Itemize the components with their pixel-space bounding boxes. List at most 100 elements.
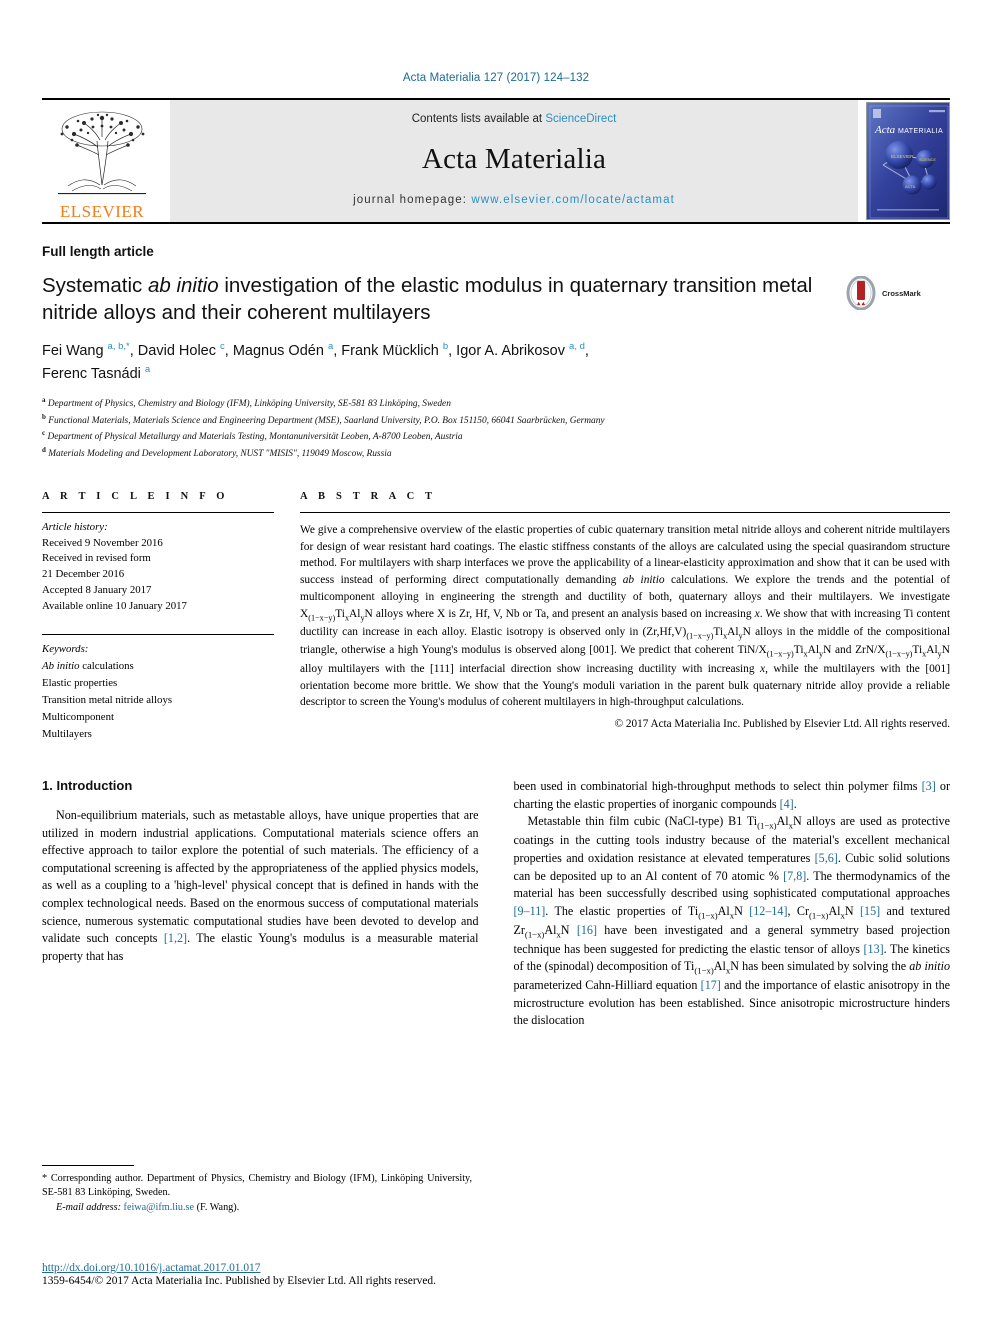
author-affil-marker: a: [327, 341, 334, 353]
affiliation-text: Department of Physics, Chemistry and Bio…: [47, 399, 451, 410]
svg-text:ACTA: ACTA: [905, 184, 916, 189]
keyword-item: Transition metal nitride alloys: [42, 693, 173, 706]
contents-prefix: Contents lists available at: [411, 113, 546, 125]
page-footer: http://dx.doi.org/10.1016/j.actamat.2017…: [42, 1262, 952, 1287]
author-affil-marker: b: [442, 341, 449, 353]
journal-cover-image: Acta MATERIALIA ELSEVIER SCIENCE ACTA: [867, 103, 949, 219]
affiliation-marker: c: [42, 429, 46, 438]
article-info-rule: [42, 511, 274, 513]
history-line: Received in revised form: [42, 552, 151, 565]
crossmark-label: CrossMark: [882, 288, 921, 298]
homepage-url-link[interactable]: www.elsevier.com/locate/actamat: [471, 194, 674, 206]
paragraph: Metastable thin film cubic (NaCl-type) B…: [513, 814, 951, 1028]
email-address-label: E-mail address:: [56, 1201, 121, 1213]
keyword-item: Elastic properties: [42, 677, 118, 690]
section-heading-introduction: 1. Introduction: [42, 778, 133, 794]
citation-link[interactable]: [17]: [701, 978, 721, 992]
svg-text:ELSEVIER: ELSEVIER: [891, 154, 914, 159]
corresponding-author-footnote: * Corresponding author. Department of Ph…: [42, 1164, 472, 1215]
citation-link[interactable]: [4]: [780, 797, 794, 811]
banner-center-panel: Contents lists available at ScienceDirec…: [170, 100, 858, 222]
article-history-block: Article history: Received 9 November 201…: [42, 520, 274, 615]
crossmark-badge[interactable]: CrossMark: [844, 272, 950, 310]
running-head: Acta Materialia 127 (2017) 124–132: [402, 72, 590, 84]
citation-link[interactable]: [1,2]: [164, 931, 187, 945]
affiliation-item: d Materials Modeling and Development Lab…: [42, 445, 950, 461]
info-abstract-block: A R T I C L E I N F O Article history: R…: [42, 491, 950, 742]
crossmark-icon: [846, 276, 876, 310]
abstract-text: We give a comprehensive overview of the …: [300, 523, 950, 709]
footnote-rule: [42, 1164, 134, 1166]
affiliation-text: Functional Materials, Materials Science …: [48, 415, 605, 426]
affiliation-item: c Department of Physical Metallurgy and …: [42, 428, 950, 444]
citation-link[interactable]: [13]: [864, 942, 884, 956]
article-info-heading: A R T I C L E I N F O: [42, 490, 229, 502]
title-part-one: Systematic: [42, 274, 148, 297]
citation-link[interactable]: [7,8]: [783, 869, 806, 883]
svg-text:SCIENCE: SCIENCE: [919, 158, 936, 162]
paragraph: Non-equilibrium materials, such as metas…: [42, 808, 479, 963]
author-affil-marker: a: [144, 363, 151, 375]
title-italic-term: ab initio: [147, 274, 219, 297]
affiliation-list: a Department of Physics, Chemistry and B…: [42, 395, 950, 461]
affiliation-marker: b: [42, 412, 46, 421]
keyword-item: Ab initio calculations: [42, 660, 134, 673]
keywords-block: Keywords: Ab initio calculations Elastic…: [42, 642, 274, 742]
citation-link[interactable]: [15]: [860, 904, 880, 918]
article-info-column: A R T I C L E I N F O Article history: R…: [42, 491, 274, 742]
email-owner: (F. Wang).: [196, 1201, 240, 1213]
body-column-right: been used in combinatorial high-throughp…: [514, 778, 951, 1030]
corresponding-marker[interactable]: *: [126, 341, 130, 352]
page-title: Systematic ab initio investigation of th…: [42, 272, 844, 326]
author-affil-marker: a, b,: [107, 341, 127, 353]
affiliation-marker: a: [42, 396, 46, 405]
affiliation-item: a Department of Physics, Chemistry and B…: [42, 395, 950, 411]
paragraph: been used in combinatorial high-throughp…: [513, 779, 951, 811]
citation-link[interactable]: [16]: [577, 923, 597, 937]
history-line: 21 December 2016: [42, 568, 125, 581]
keyword-item: Multilayers: [42, 727, 92, 740]
author-affil-marker: c: [220, 341, 225, 353]
citation-link[interactable]: [3]: [922, 779, 936, 793]
email-link[interactable]: feiwa@ifm.liu.se: [124, 1202, 195, 1213]
journal-banner: ELSEVIER Contents lists available at Sci…: [42, 98, 950, 224]
history-line: Available online 10 January 2017: [42, 599, 187, 612]
article-body: 1. Introduction Non-equilibrium material…: [42, 778, 950, 1030]
abstract-rule: [300, 511, 950, 513]
abstract-heading: A B S T R A C T: [300, 490, 437, 502]
keyword-item: Multicomponent: [42, 710, 114, 723]
doi-link[interactable]: http://dx.doi.org/10.1016/j.actamat.2017…: [42, 1262, 952, 1274]
author-list: Fei Wang a, b,*, David Holec c, Magnus O…: [42, 341, 589, 382]
homepage-prefix: journal homepage:: [353, 194, 472, 206]
affiliation-marker: d: [42, 445, 46, 454]
affiliation-text: Department of Physical Metallurgy and Ma…: [47, 432, 463, 443]
citation-link[interactable]: [5,6]: [815, 851, 838, 865]
journal-homepage-line: journal homepage: www.elsevier.com/locat…: [353, 194, 675, 206]
abstract-column: A B S T R A C T We give a comprehensive …: [300, 491, 950, 742]
body-column-left: 1. Introduction Non-equilibrium material…: [42, 778, 479, 1030]
issn-copyright-line: 1359-6454/© 2017 Acta Materialia Inc. Pu…: [42, 1275, 436, 1287]
history-line: Received 9 November 2016: [42, 536, 163, 549]
affiliation-item: b Functional Materials, Materials Scienc…: [42, 412, 950, 428]
keywords-rule: [42, 634, 274, 636]
keywords-label: Keywords:: [42, 643, 89, 656]
contents-available-line: Contents lists available at ScienceDirec…: [412, 113, 617, 125]
journal-title: Acta Materialia: [421, 143, 607, 175]
footnote-corresponding-text: * Corresponding author. Department of Ph…: [42, 1172, 472, 1199]
article-type-label: Full length article: [42, 244, 154, 259]
article-history-label: Article history:: [42, 520, 108, 533]
journal-cover-thumbnail: Acta MATERIALIA ELSEVIER SCIENCE ACTA: [866, 102, 950, 220]
svg-text:MATERIALIA: MATERIALIA: [898, 128, 943, 135]
affiliation-text: Materials Modeling and Development Labor…: [48, 448, 392, 459]
history-line: Accepted 8 January 2017: [42, 583, 152, 596]
elsevier-tree-icon: [58, 111, 146, 195]
elsevier-wordmark: ELSEVIER: [59, 202, 145, 221]
footnote-email-line: E-mail address: feiwa@ifm.liu.se (F. Wan…: [42, 1201, 472, 1215]
elsevier-logo: ELSEVIER: [42, 100, 162, 222]
citation-link[interactable]: [12–14]: [749, 904, 787, 918]
citation-link[interactable]: [9–11]: [514, 904, 546, 918]
article-page: Acta Materialia 127 (2017) 124–132 ELSEV…: [0, 0, 992, 1323]
abstract-copyright: © 2017 Acta Materialia Inc. Published by…: [614, 718, 950, 731]
sciencedirect-link[interactable]: ScienceDirect: [545, 113, 616, 125]
title-row: Systematic ab initio investigation of th…: [42, 272, 950, 326]
